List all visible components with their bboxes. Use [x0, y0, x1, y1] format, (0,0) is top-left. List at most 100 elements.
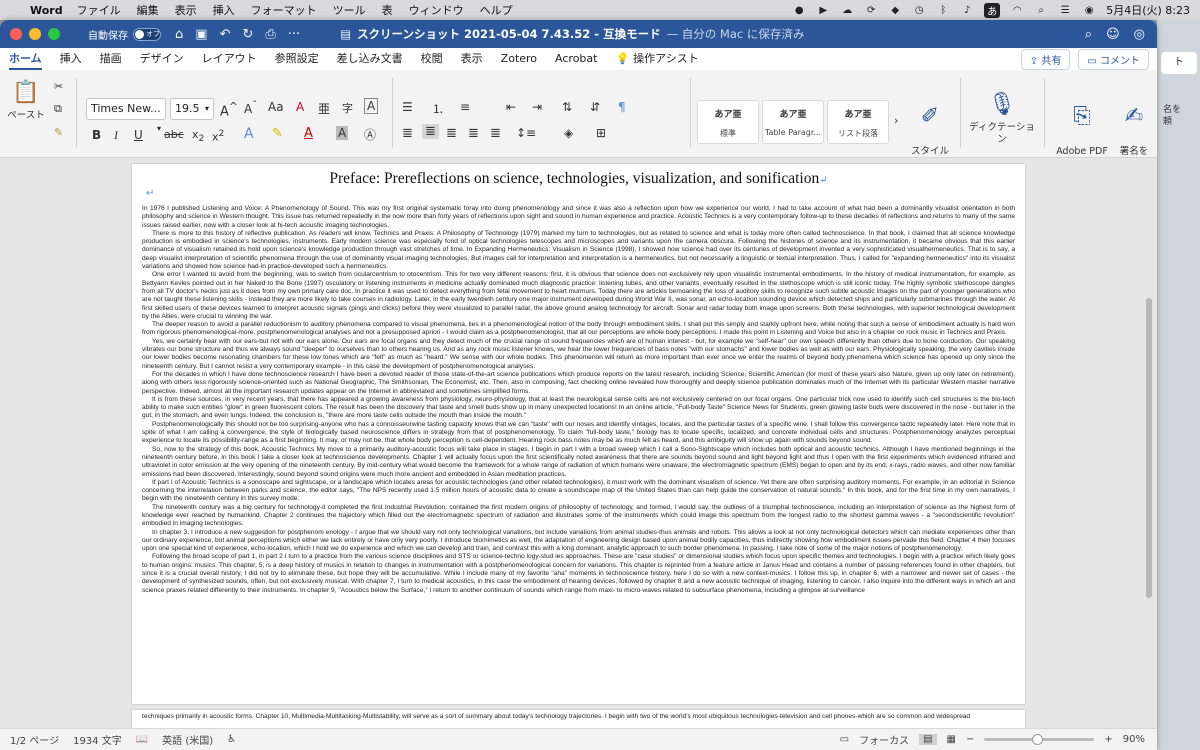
bluetooth-icon[interactable]: ᛒ	[936, 4, 950, 16]
change-case-icon[interactable]: Aa	[268, 100, 284, 114]
body-paragraph[interactable]: Yes, we certainly hear with our ears-but…	[142, 338, 1015, 371]
align-left-icon[interactable]: ≣	[402, 126, 413, 141]
autosave-toggle[interactable]: オフ	[133, 27, 161, 41]
styles-gallery-more-icon[interactable]: ›	[894, 114, 898, 127]
style-table-paragraph[interactable]: あア亜 Table Paragr...	[762, 100, 824, 144]
body-paragraph[interactable]: The nineteenth century was a big century…	[142, 504, 1015, 529]
numbering-icon[interactable]: ⒈	[432, 100, 444, 117]
italic-icon[interactable]: I	[114, 128, 118, 143]
shrink-font-icon[interactable]: Aˇ	[244, 100, 257, 116]
search-icon[interactable]: ⌕	[1085, 27, 1092, 42]
style-normal[interactable]: あア亜 標準	[697, 100, 759, 144]
line-spacing-icon[interactable]: ↕≡	[516, 126, 536, 140]
search-icon[interactable]: ⌕	[1034, 4, 1048, 16]
tab-zotero[interactable]: Zotero	[492, 48, 546, 70]
tab-acrobat[interactable]: Acrobat	[546, 48, 606, 70]
font-color-icon[interactable]: A	[304, 126, 313, 141]
input-method-icon[interactable]: あ	[984, 2, 1001, 18]
font-name-select[interactable]: Times New... ▾	[86, 98, 166, 133]
body-paragraph[interactable]: There is more to this history of reflect…	[142, 230, 1015, 271]
enclose-character-icon[interactable]: 字	[342, 100, 353, 116]
body-paragraph[interactable]: techniques primarily in acoustic forms. …	[142, 713, 1015, 721]
font-size-select[interactable]: 19.5 ▾	[170, 98, 214, 120]
document-page[interactable]: Preface: Prereflections on science, tech…	[132, 164, 1025, 704]
menubar-clock[interactable]: 5月4日(火) 8:23	[1106, 2, 1190, 18]
align-right-icon[interactable]: ≣	[446, 126, 457, 141]
minimize-window-button[interactable]	[29, 28, 41, 40]
focus-label[interactable]: フォーカス	[859, 732, 909, 747]
home-icon[interactable]: ⌂	[175, 27, 183, 42]
video-icon[interactable]: ▶	[816, 4, 830, 16]
style-list-paragraph[interactable]: あア亜 リスト段落	[827, 100, 889, 144]
superscript-icon[interactable]: x2	[212, 128, 224, 144]
body-paragraph[interactable]: In chapter 3, I introduce a new suggesti…	[142, 529, 1015, 554]
print-layout-icon[interactable]: ▤	[919, 734, 937, 745]
body-paragraph[interactable]: The deeper reason to avoid a parallel re…	[142, 321, 1015, 338]
wifi-icon[interactable]: ◠	[1010, 4, 1024, 16]
document-page-2[interactable]: techniques primarily in acoustic forms. …	[132, 710, 1025, 730]
increase-indent-icon[interactable]: ⇥	[532, 100, 542, 114]
zoom-in-icon[interactable]: +	[1104, 734, 1112, 745]
body-paragraph[interactable]: If part I of Acoustic Technics is a sono…	[142, 479, 1015, 504]
menu-help[interactable]: ヘルプ	[480, 2, 513, 18]
align-center-icon[interactable]: ≣	[422, 124, 439, 139]
focus-icon[interactable]: ▭	[840, 734, 849, 745]
borders-icon[interactable]: ⊞	[596, 126, 606, 140]
body-paragraph[interactable]: In 1976 I published Listening and Voice:…	[142, 205, 1015, 230]
menu-format[interactable]: フォーマット	[251, 2, 317, 18]
accessibility-icon[interactable]: ♿	[227, 734, 236, 745]
character-scale-icon[interactable]: Ⓐ	[364, 126, 376, 143]
share-button[interactable]: ⇪ 共有	[1020, 48, 1071, 70]
dictate-button[interactable]: 🎙 ディクテーション	[966, 92, 1038, 146]
bullets-icon[interactable]: ☰	[402, 100, 413, 114]
tab-references[interactable]: 参照設定	[266, 48, 328, 70]
underline-icon[interactable]: U	[134, 128, 143, 142]
body-paragraph[interactable]: One error I wanted to avoid from the beg…	[142, 271, 1015, 321]
app-menu-word[interactable]: Word	[30, 4, 63, 17]
vertical-scrollbar[interactable]	[1146, 298, 1152, 598]
save-icon[interactable]: ▣	[195, 27, 207, 42]
redo-icon[interactable]: ↻	[242, 27, 253, 42]
subscript-icon[interactable]: x2	[192, 128, 204, 144]
clock-icon[interactable]: ◷	[912, 4, 926, 16]
more-icon[interactable]: ···	[288, 27, 300, 42]
tab-mailings[interactable]: 差し込み文書	[328, 48, 412, 70]
undo-icon[interactable]: ↶	[220, 27, 231, 42]
body-paragraph[interactable]: It is from these sources, in very recent…	[142, 396, 1015, 421]
body-paragraph[interactable]: For the decades in which I have done tec…	[142, 371, 1015, 396]
document-canvas[interactable]: Preface: Prereflections on science, tech…	[0, 158, 1157, 730]
body-paragraph[interactable]: Postphenomenologically this should not b…	[142, 421, 1015, 446]
body-paragraph[interactable]: Following the broad scope of part 1, in …	[142, 553, 1015, 594]
menu-file[interactable]: ファイル	[77, 2, 121, 18]
zoom-window-button[interactable]	[48, 28, 60, 40]
tab-design[interactable]: デザイン	[131, 48, 193, 70]
tab-draw[interactable]: 描画	[91, 48, 131, 70]
tab-view[interactable]: 表示	[452, 48, 492, 70]
volume-icon[interactable]: ♪	[960, 4, 974, 16]
dropbox-icon[interactable]: ◆	[888, 4, 902, 16]
document-heading[interactable]: Preface: Prereflections on science, tech…	[142, 170, 1015, 188]
justify-icon[interactable]: ≣	[468, 126, 479, 141]
paste-button[interactable]: 📋 ペースト	[6, 80, 46, 122]
menu-insert[interactable]: 挿入	[213, 2, 235, 18]
menu-window[interactable]: ウィンドウ	[409, 2, 464, 18]
menu-edit[interactable]: 編集	[137, 2, 159, 18]
tab-home[interactable]: ホーム	[0, 48, 51, 70]
language[interactable]: 英語 (米国)	[162, 732, 213, 747]
web-layout-icon[interactable]: ▦	[947, 734, 956, 745]
bold-icon[interactable]: B	[92, 128, 101, 142]
distribute-icon[interactable]: ≣	[490, 126, 501, 141]
highlight-icon[interactable]: ✎	[272, 126, 283, 141]
cloud-icon[interactable]: ☁	[840, 4, 854, 16]
record-icon[interactable]: ●	[792, 4, 806, 16]
body-paragraph[interactable]: So, now to the strategy of this book, Ac…	[142, 446, 1015, 479]
clear-formatting-icon[interactable]: A	[296, 100, 304, 114]
word-count[interactable]: 1934 文字	[73, 732, 122, 747]
phonetic-guide-icon[interactable]: 亜	[318, 100, 330, 117]
tab-insert[interactable]: 挿入	[51, 48, 91, 70]
tab-tell-me[interactable]: 💡 操作アシスト	[606, 48, 707, 70]
menu-table[interactable]: 表	[382, 2, 393, 18]
tab-layout[interactable]: レイアウト	[193, 48, 266, 70]
zoom-level[interactable]: 90%	[1123, 734, 1145, 745]
zoom-slider[interactable]	[984, 734, 1095, 745]
